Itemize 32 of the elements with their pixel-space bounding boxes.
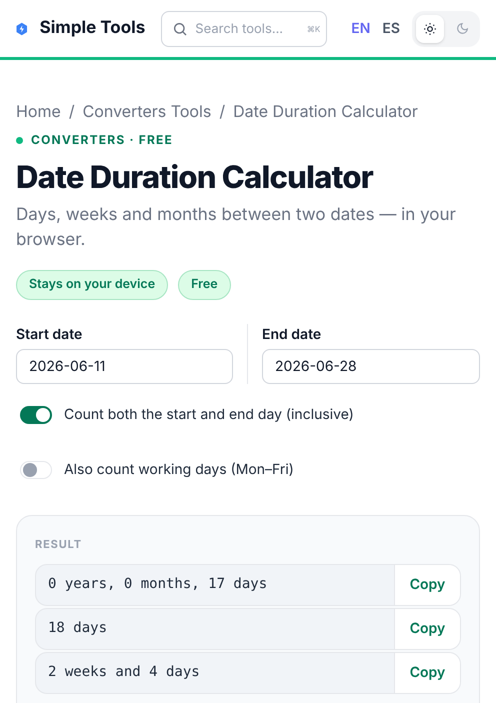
theme-option[interactable] — [416, 14, 444, 42]
option-label: Also count working days (Mon–Fri) — [64, 460, 294, 480]
language-option[interactable]: EN — [351, 18, 370, 39]
language-option[interactable]: ES — [382, 18, 400, 39]
result-value: 2 weeks and 4 days — [47, 663, 201, 682]
breadcrumb-separator: / — [68, 100, 75, 123]
result-value: 0 years, 0 months, 17 days — [47, 575, 268, 594]
search-icon — [172, 20, 188, 36]
page-title: Date Duration Calculator — [16, 158, 374, 198]
copy-button[interactable]: Copy — [394, 608, 460, 648]
sun-icon — [423, 22, 437, 36]
date-field[interactable]: 2026-06-28 — [262, 349, 480, 384]
breadcrumb-separator: / — [219, 100, 226, 123]
copy-button[interactable]: Copy — [394, 652, 460, 692]
copy-button[interactable]: Copy — [394, 564, 460, 604]
toggle-switch[interactable] — [20, 460, 52, 478]
badge: Free — [178, 270, 231, 300]
result-value: 18 days — [47, 619, 108, 638]
breadcrumb-link[interactable]: Home — [16, 99, 61, 123]
brand-name: Simple Tools — [40, 16, 146, 40]
badge: Stays on your device — [16, 270, 168, 300]
moon-icon — [456, 22, 468, 35]
breadcrumb-link[interactable]: Converters Tools — [82, 99, 212, 123]
shortcut-hint: ⌘K — [306, 22, 320, 34]
field-label: End date — [262, 325, 322, 345]
category-label: CONVERTERS · FREE — [31, 131, 174, 149]
page-subtitle: Days, weeks and months between two dates — in your browser. — [16, 204, 457, 252]
option-label: Count both the start and end day (inclusive) — [64, 405, 354, 425]
toggle-switch[interactable] — [20, 406, 52, 424]
field-label: Start date — [16, 325, 84, 345]
result-heading: RESULT — [35, 536, 84, 552]
date-field[interactable]: 2026-06-11 — [16, 349, 233, 384]
